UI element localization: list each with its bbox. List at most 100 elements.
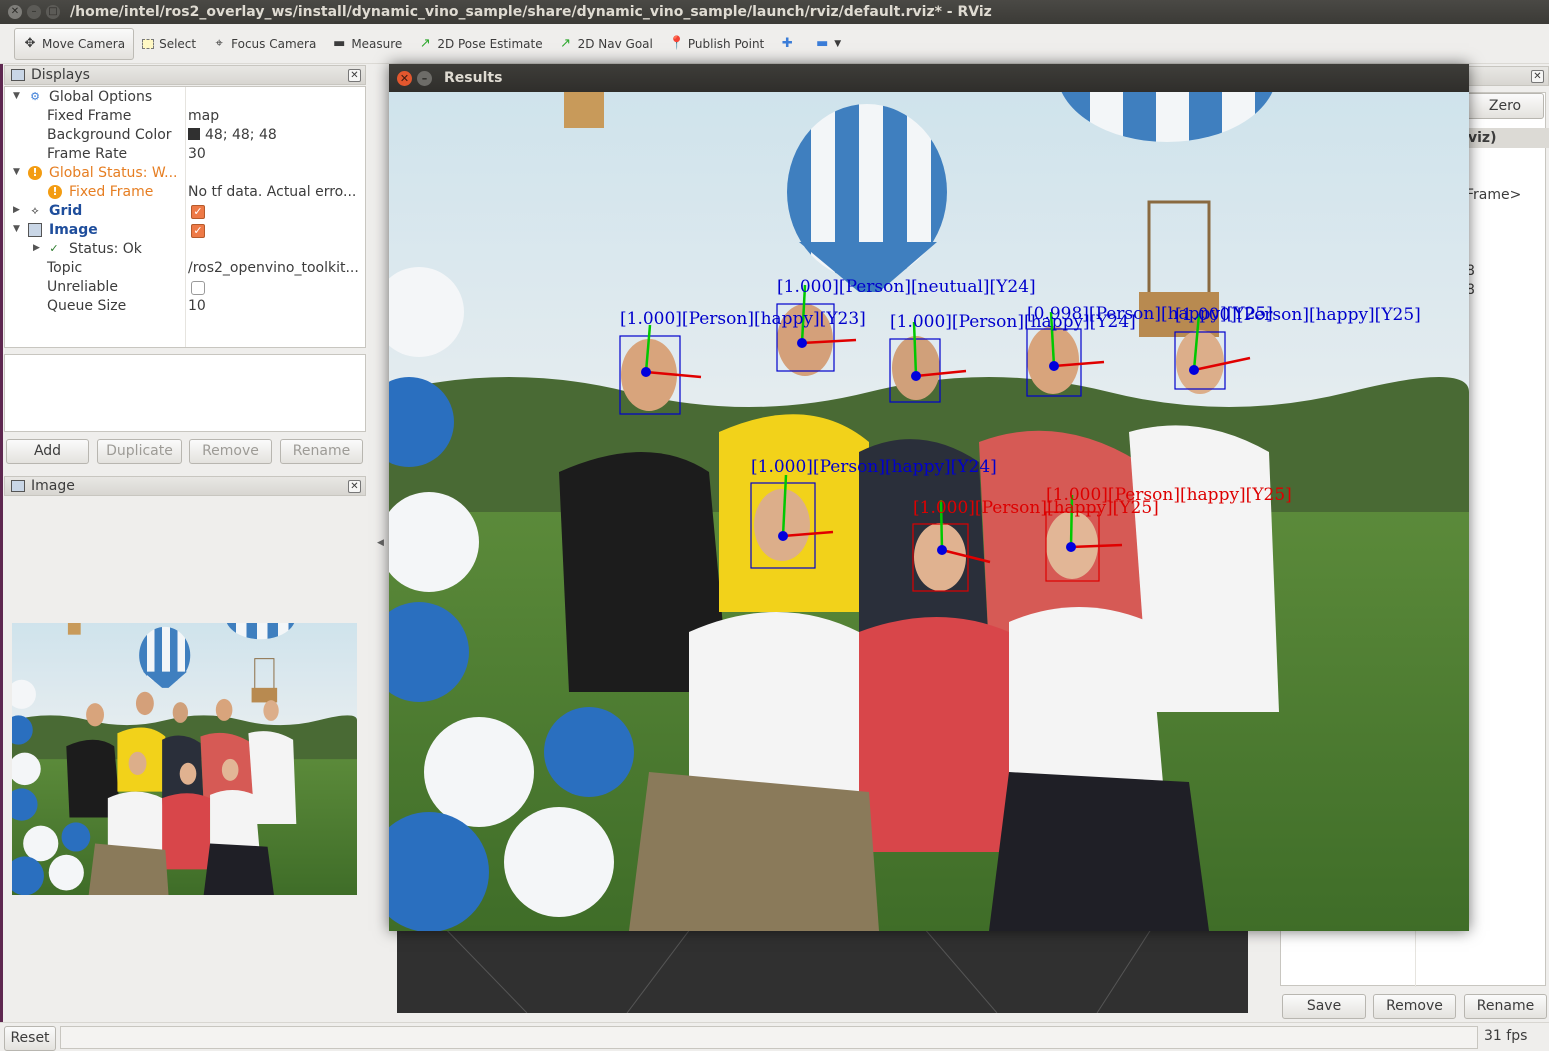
results-window[interactable]: ✕ – Results [1.000][Person][happy][Y23] … <box>389 64 1469 931</box>
grid-label: Grid <box>49 203 83 219</box>
unreliable-label: Unreliable <box>47 279 118 295</box>
measure-tool[interactable]: ▬ Measure <box>324 28 410 60</box>
background-color-label: Background Color <box>47 127 172 143</box>
background-color-value[interactable]: 48; 48; 48 <box>188 127 364 143</box>
pose-estimate-icon: ↗ <box>419 36 431 51</box>
focus-camera-label: Focus Camera <box>231 36 317 51</box>
select-tool[interactable]: Select <box>134 28 204 60</box>
frame-rate-value[interactable]: 30 <box>188 146 364 162</box>
tree-row-topic[interactable]: Topic /ros2_openvino_toolkit... <box>5 259 365 278</box>
duplicate-display-button[interactable]: Duplicate <box>97 439 182 464</box>
image-panel-title: Image <box>31 478 75 494</box>
checkmark-icon: ✓ <box>49 242 59 255</box>
add-tool-button[interactable]: ✚ <box>772 28 807 60</box>
background-color-text: 48; 48; 48 <box>205 127 277 143</box>
collapse-arrow-icon[interactable]: ▶ <box>33 243 40 253</box>
fixed-frame-label: Fixed Frame <box>47 108 132 124</box>
close-panel-icon[interactable]: ✕ <box>348 69 361 82</box>
move-camera-tool[interactable]: ✥ Move Camera <box>14 27 135 60</box>
focus-camera-tool[interactable]: ⌖ Focus Camera <box>204 28 324 60</box>
rename-display-button[interactable]: Rename <box>280 439 363 464</box>
image-label: Image <box>49 222 98 238</box>
warning-icon: ! <box>48 185 62 199</box>
collapse-arrow-icon[interactable]: ▶ <box>13 205 20 215</box>
tree-row-global-status[interactable]: ▼ ! Global Status: W... <box>5 164 365 183</box>
minus-icon: ▬ <box>816 36 829 51</box>
minimize-window-button[interactable]: – <box>417 70 432 86</box>
grid-enabled-checkbox[interactable]: ✓ <box>191 205 205 219</box>
status-message-field <box>60 1026 1478 1049</box>
close-panel-icon[interactable]: ✕ <box>1531 70 1544 83</box>
pose-estimate-tool[interactable]: ↗ 2D Pose Estimate <box>410 28 550 60</box>
select-icon <box>142 38 155 49</box>
dropdown-arrow-icon: ▼ <box>834 38 842 49</box>
toolbar: ✥ Move Camera Select ⌖ Focus Camera ▬ Me… <box>0 24 1549 64</box>
face-label: [1.000][Person][happy][Y24] <box>751 457 997 477</box>
reset-button[interactable]: Reset <box>4 1026 56 1051</box>
add-display-button[interactable]: Add <box>6 439 89 464</box>
nav-goal-label: 2D Nav Goal <box>577 36 653 51</box>
image-status-label: Status: Ok <box>69 241 142 257</box>
save-view-button[interactable]: Save <box>1282 994 1366 1019</box>
detection-image: [1.000][Person][happy][Y23] [1.000][Pers… <box>389 92 1469 931</box>
global-options-label: Global Options <box>49 89 153 105</box>
window-title: /home/intel/ros2_overlay_ws/install/dyna… <box>70 4 992 20</box>
topic-value[interactable]: /ros2_openvino_toolkit... <box>188 260 364 276</box>
global-status-label: Global Status: W... <box>49 165 178 181</box>
expand-arrow-icon[interactable]: ▼ <box>13 91 20 101</box>
splitter-arrow-icon[interactable]: ◀ <box>377 538 384 548</box>
nav-goal-icon: ↗ <box>560 36 572 51</box>
move-camera-label: Move Camera <box>42 36 126 51</box>
measure-icon: ▬ <box>333 36 346 51</box>
tree-row-unreliable[interactable]: Unreliable <box>5 278 365 297</box>
image-panel-header: Image ✕ <box>4 476 366 496</box>
image-enabled-checkbox[interactable]: ✓ <box>191 224 205 238</box>
tree-row-grid[interactable]: ▶ ⟡ Grid ✓ <box>5 202 365 221</box>
tree-row-image-status[interactable]: ▶ ✓ Status: Ok <box>5 240 365 259</box>
tree-row-background-color[interactable]: Background Color 48; 48; 48 <box>5 126 365 145</box>
publish-point-tool[interactable]: 📍 Publish Point <box>661 28 772 60</box>
zero-button[interactable]: Zero <box>1466 93 1544 119</box>
tree-row-fixed-frame-status[interactable]: ! Fixed Frame No tf data. Actual erro... <box>5 183 365 202</box>
render-view[interactable] <box>397 920 1248 1013</box>
remove-view-button[interactable]: Remove <box>1373 994 1456 1019</box>
remove-display-button[interactable]: Remove <box>189 439 272 464</box>
publish-point-label: Publish Point <box>687 36 765 51</box>
close-window-button[interactable]: ✕ <box>397 70 412 86</box>
expand-arrow-icon[interactable]: ▼ <box>13 167 20 177</box>
minimize-window-button[interactable]: – <box>27 5 41 19</box>
warning-icon: ! <box>28 166 42 180</box>
window-titlebar: ✕ – □ /home/intel/ros2_overlay_ws/instal… <box>0 0 1549 24</box>
results-title: Results <box>444 70 503 86</box>
nav-goal-tool[interactable]: ↗ 2D Nav Goal <box>551 28 661 60</box>
fps-counter: 31 fps <box>1484 1028 1528 1044</box>
views-type-header: viz) <box>1466 128 1549 148</box>
image-icon <box>11 480 25 492</box>
image-thumbnail <box>12 623 357 895</box>
fixed-frame-value[interactable]: map <box>188 108 364 124</box>
face-label: [1.000][Person][neutual][Y24] <box>777 277 1036 297</box>
image-icon <box>28 223 42 237</box>
fixed-frame-status-label: Fixed Frame <box>69 184 154 200</box>
tree-row-image[interactable]: ▼ Image ✓ <box>5 221 365 240</box>
unreliable-checkbox[interactable] <box>191 281 205 295</box>
frame-rate-label: Frame Rate <box>47 146 128 162</box>
face-label: [1.000][Person][happy][Y23] <box>620 309 866 329</box>
queue-size-value[interactable]: 10 <box>188 298 364 314</box>
tree-row-frame-rate[interactable]: Frame Rate 30 <box>5 145 365 164</box>
close-window-button[interactable]: ✕ <box>8 5 22 19</box>
tree-row-global-options[interactable]: ▼ ⚙ Global Options <box>5 88 365 107</box>
publish-point-icon: 📍 <box>668 36 686 51</box>
remove-tool-button[interactable]: ▬ ▼ <box>807 28 849 60</box>
queue-size-label: Queue Size <box>47 298 127 314</box>
tree-row-fixed-frame[interactable]: Fixed Frame map <box>5 107 365 126</box>
face-label: [1.000][Person][happy][Y25] <box>1046 485 1292 505</box>
tree-row-queue-size[interactable]: Queue Size 10 <box>5 297 365 316</box>
close-panel-icon[interactable]: ✕ <box>348 480 361 493</box>
expand-arrow-icon[interactable]: ▼ <box>13 224 20 234</box>
measure-label: Measure <box>351 36 403 51</box>
color-swatch <box>188 128 200 140</box>
maximize-window-button[interactable]: □ <box>46 5 60 19</box>
rename-view-button[interactable]: Rename <box>1464 994 1547 1019</box>
grid-icon: ⟡ <box>31 204 39 217</box>
